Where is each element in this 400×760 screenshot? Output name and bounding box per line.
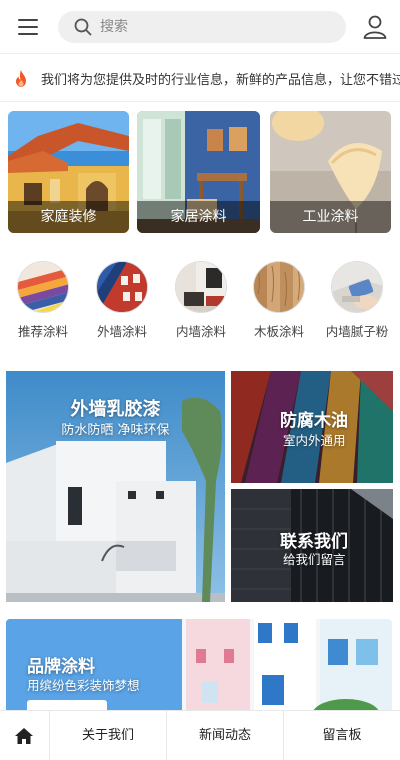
card-label: 工业涂料 (270, 201, 391, 233)
notice-bar: 我们将为您提供及时的行业信息，新鲜的产品信息，让您不错过 (0, 54, 400, 102)
search-bar[interactable] (58, 11, 346, 43)
category-putty[interactable]: 内墙腻子粉 (324, 260, 390, 342)
category-image (253, 261, 305, 313)
feature-title: 外墙乳胶漆 (70, 399, 161, 420)
feature-subtitle: 给我们留言 (283, 552, 346, 567)
category-recommended[interactable]: 推荐涂料 (10, 260, 76, 342)
category-label: 内墙腻子粉 (325, 324, 389, 339)
card-label: 家庭装修 (8, 201, 129, 233)
user-icon[interactable] (362, 14, 388, 40)
feature-contact-us[interactable]: 联系我们 给我们留言 (231, 489, 393, 602)
category-label: 木板涂料 (253, 324, 304, 339)
feature-subtitle: 防水防晒 净味环保 (61, 423, 170, 438)
feature-subtitle: 用缤纷色彩装饰梦想 (27, 678, 140, 693)
home-icon (15, 728, 33, 744)
category-interior[interactable]: 内墙涂料 (168, 260, 234, 342)
category-image (331, 261, 383, 313)
nav-about-us[interactable]: 关于我们 (50, 711, 166, 760)
card-home-paint[interactable]: 家居涂料 (137, 111, 260, 233)
category-wood[interactable]: 木板涂料 (246, 260, 312, 342)
card-label: 家居涂料 (137, 201, 260, 233)
nav-news[interactable]: 新闻动态 (167, 711, 283, 760)
category-label: 外墙涂料 (96, 324, 147, 339)
feature-exterior-latex[interactable]: 外墙乳胶漆 防水防晒 净味环保 (6, 371, 225, 602)
category-label: 推荐涂料 (17, 324, 68, 339)
notice-text[interactable]: 我们将为您提供及时的行业信息，新鲜的产品信息，让您不错过 (41, 69, 400, 88)
category-exterior[interactable]: 外墙涂料 (89, 260, 155, 342)
search-icon (74, 18, 92, 36)
card-home-decoration[interactable]: 家庭装修 (8, 111, 129, 233)
feature-title: 防腐木油 (280, 411, 348, 431)
category-label: 内墙涂料 (175, 324, 226, 339)
menu-icon[interactable] (16, 16, 40, 38)
header (0, 0, 400, 54)
bottom-nav: 关于我们 新闻动态 留言板 (0, 710, 400, 760)
feature-title: 品牌涂料 (27, 657, 95, 677)
feature-subtitle: 室内外通用 (283, 433, 346, 448)
category-image (96, 261, 148, 313)
feature-wood-oil[interactable]: 防腐木油 室内外通用 (231, 371, 393, 483)
search-input[interactable] (100, 11, 336, 43)
category-image (175, 261, 227, 313)
nav-guestbook[interactable]: 留言板 (284, 711, 400, 760)
nav-home[interactable] (0, 711, 49, 760)
fire-icon (16, 70, 26, 87)
category-image (17, 261, 69, 313)
page: 我们将为您提供及时的行业信息，新鲜的产品信息，让您不错过 家庭装修 (0, 0, 400, 760)
card-industrial-paint[interactable]: 工业涂料 (270, 111, 391, 233)
